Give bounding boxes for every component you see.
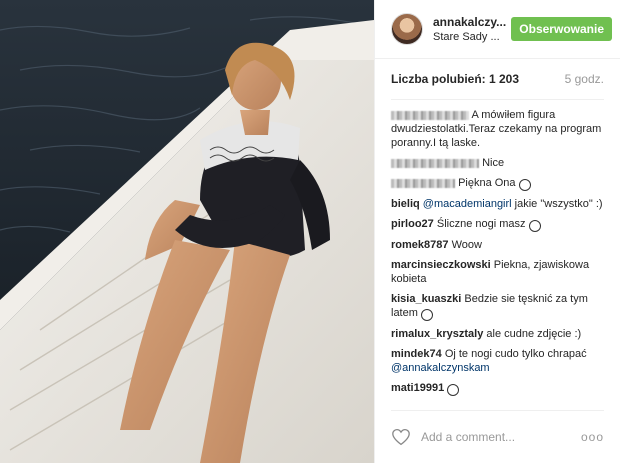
- comment-text: Oj te nogi cudo tylko chrapać: [444, 348, 587, 360]
- comment: kisia_kuaszki Bedzie sie tęsknić za tym …: [391, 292, 604, 321]
- comment: rimalux_krysztaly ale cudne zdjęcie :): [391, 327, 604, 341]
- comment: mati19991 ☺: [391, 381, 604, 396]
- heart-icon[interactable]: [391, 428, 411, 446]
- comment: A mówiłem figura dwudziestolatki.Teraz c…: [391, 108, 604, 150]
- comment: Piękna Ona ☺: [391, 176, 604, 191]
- comment-text: Piękna Ona: [458, 177, 516, 189]
- blurred-username: [391, 178, 455, 188]
- comment: romek8787 Woow: [391, 238, 604, 252]
- comment-text: Nice: [482, 157, 505, 169]
- comment-text: ale cudne zdjęcie :): [486, 328, 582, 340]
- post-photo[interactable]: [0, 0, 374, 463]
- comment: marcinsieczkowski Piekna, zjawiskowa kob…: [391, 258, 604, 286]
- comment-username[interactable]: romek8787: [391, 239, 449, 251]
- comment-bar: Add a comment... ooo: [391, 410, 604, 463]
- add-comment-input[interactable]: Add a comment...: [421, 430, 581, 444]
- comment-mention[interactable]: @annakalczynskam: [391, 362, 490, 374]
- avatar[interactable]: [391, 13, 423, 45]
- author-info: annakalczy... Stare Sady ...: [433, 15, 511, 43]
- author-username[interactable]: annakalczy...: [433, 15, 511, 29]
- comment-mention[interactable]: @macademiangirl: [423, 198, 512, 210]
- comment-text: Woow: [451, 239, 482, 251]
- comment-username[interactable]: marcinsieczkowski: [391, 259, 491, 271]
- blurred-username: [391, 110, 469, 120]
- smiley-emoji-icon: ☺: [447, 384, 460, 396]
- smiley-emoji-icon: ☺: [528, 220, 541, 232]
- photo-illustration: [0, 0, 374, 463]
- comment-username[interactable]: rimalux_krysztaly: [391, 328, 483, 340]
- comment-username[interactable]: pirloo27: [391, 218, 434, 230]
- comment-text: Śliczne nogi masz: [436, 218, 526, 230]
- comment: pirloo27 Śliczne nogi masz ☺: [391, 217, 604, 232]
- more-options-icon[interactable]: ooo: [581, 430, 604, 444]
- comment: Nice: [391, 156, 604, 170]
- post-location[interactable]: Stare Sady ...: [433, 31, 511, 43]
- comment-username[interactable]: mindek74: [391, 348, 442, 360]
- comment-username[interactable]: kisia_kuaszki: [391, 293, 461, 305]
- comment-text: jakie "wszystko" :): [511, 198, 603, 210]
- likes-count[interactable]: Liczba polubień: 1 203: [391, 72, 519, 86]
- smiley-emoji-icon: ☺: [420, 309, 433, 321]
- post-sidebar: annakalczy... Stare Sady ... Obserwowani…: [374, 0, 620, 463]
- comment-username[interactable]: bieliq: [391, 198, 420, 210]
- follow-button[interactable]: Obserwowanie: [511, 17, 612, 41]
- instagram-post: annakalczy... Stare Sady ... Obserwowani…: [0, 0, 620, 463]
- post-time[interactable]: 5 godz.: [565, 72, 604, 86]
- post-header: annakalczy... Stare Sady ... Obserwowani…: [375, 0, 620, 59]
- post-stats: Liczba polubień: 1 203 5 godz.: [391, 59, 604, 100]
- comment: mindek74 Oj te nogi cudo tylko chrapać @…: [391, 347, 604, 375]
- blurred-username: [391, 158, 479, 168]
- smiley-emoji-icon: ☺: [518, 179, 531, 191]
- comment: bieliq @macademiangirl jakie "wszystko" …: [391, 197, 604, 211]
- comment-username[interactable]: mati19991: [391, 382, 444, 394]
- comments-list: A mówiłem figura dwudziestolatki.Teraz c…: [391, 108, 604, 396]
